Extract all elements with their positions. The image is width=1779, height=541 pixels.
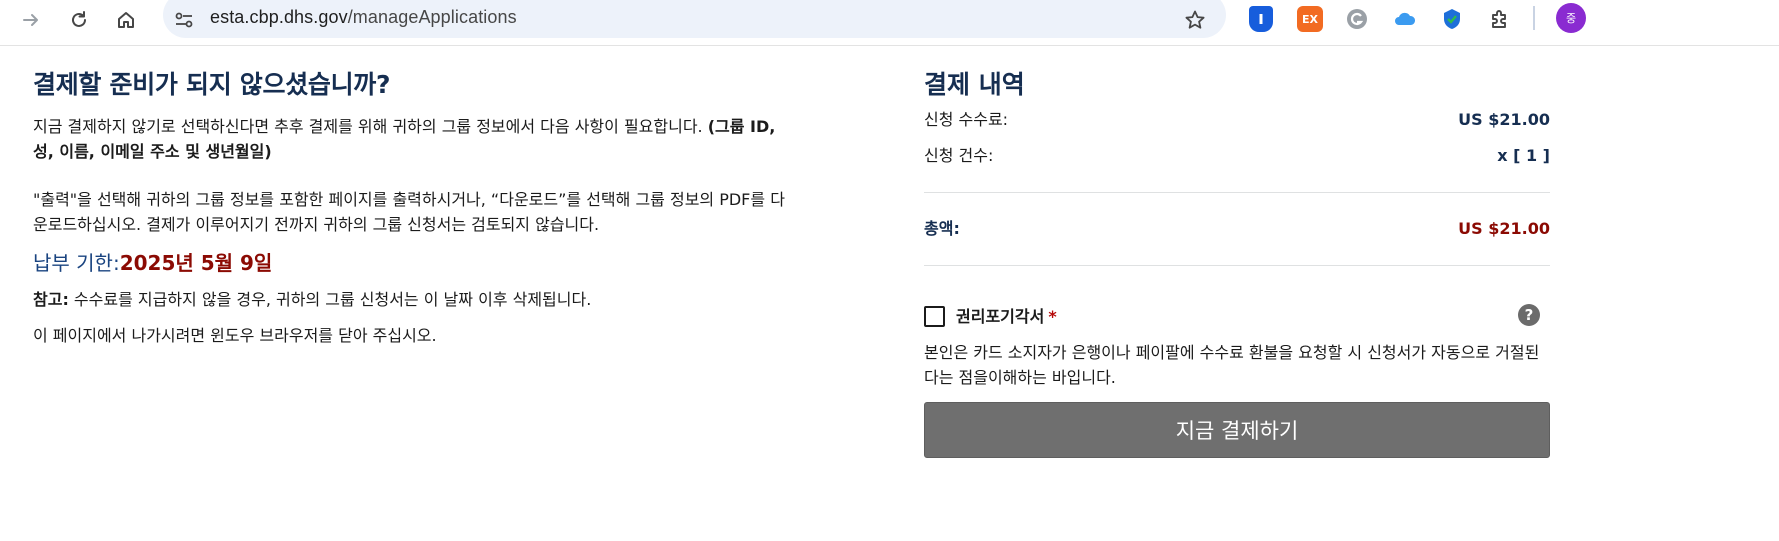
- address-bar[interactable]: esta.cbp.dhs.gov/manageApplications: [163, 0, 1226, 38]
- ex-extension-icon[interactable]: EX: [1297, 6, 1323, 32]
- url-text[interactable]: esta.cbp.dhs.gov/manageApplications: [210, 7, 517, 28]
- required-marker: *: [1048, 307, 1057, 326]
- not-ready-section: 결제할 준비가 되지 않으셨습니까? 지금 결제하지 않기로 선택하신다면 추후…: [33, 70, 793, 348]
- count-label: 신청 건수:: [924, 146, 994, 165]
- extension-icon[interactable]: [1439, 6, 1465, 32]
- fee-label: 신청 수수료:: [924, 110, 1009, 129]
- print-download-paragraph: "출력"을 선택해 귀하의 그룹 정보를 포함한 페이지를 출력하시거나, “다…: [33, 190, 785, 234]
- help-glyph: ?: [1524, 306, 1534, 324]
- summary-title: 결제 내역: [924, 70, 1025, 99]
- note-paragraph: 참고: 수수료를 지급하지 않을 경우, 귀하의 그룹 신청서는 이 날짜 이후…: [33, 287, 793, 312]
- extensions-puzzle-icon[interactable]: [1487, 6, 1513, 32]
- site-info-icon[interactable]: [169, 5, 199, 35]
- count-value: x [ 1 ]: [1497, 146, 1550, 165]
- browser-toolbar: esta.cbp.dhs.gov/manageApplications EX 중: [0, 0, 1779, 46]
- url-host: esta.cbp.dhs.gov: [210, 7, 348, 27]
- waiver-checkbox[interactable]: [924, 306, 945, 327]
- profile-initial: 중: [1565, 12, 1577, 25]
- required-info-paragraph: 지금 결제하지 않기로 선택하신다면 추후 결제를 위해 귀하의 그룹 정보에서…: [33, 114, 793, 164]
- total-row: 총액: US $21.00: [924, 211, 1550, 247]
- bitwarden-icon[interactable]: [1249, 6, 1273, 32]
- ex-extension-label: EX: [1302, 12, 1318, 26]
- profile-avatar[interactable]: 중: [1556, 3, 1586, 33]
- reload-icon[interactable]: [64, 5, 94, 35]
- pay-now-button[interactable]: 지금 결제하기: [924, 402, 1550, 458]
- waiver-label[interactable]: 권리포기각서 *: [956, 306, 1057, 328]
- required-info-text: 지금 결제하지 않기로 선택하신다면 추후 결제를 위해 귀하의 그룹 정보에서…: [33, 117, 708, 136]
- home-icon[interactable]: [111, 5, 141, 35]
- divider: [924, 265, 1550, 266]
- count-row: 신청 건수: x [ 1 ]: [924, 138, 1550, 174]
- payment-summary: 결제 내역 신청 수수료: US $21.00 신청 건수: x [ 1 ] 총…: [924, 70, 1550, 458]
- grammarly-icon[interactable]: [1344, 6, 1370, 32]
- icloud-icon[interactable]: [1392, 6, 1418, 32]
- divider: [924, 192, 1550, 193]
- due-date: 납부 기한:2025년 5월 9일: [33, 249, 793, 277]
- page-title: 결제할 준비가 되지 않으셨습니까?: [33, 70, 391, 99]
- note-text: 수수료를 지급하지 않을 경우, 귀하의 그룹 신청서는 이 날짜 이후 삭제됩…: [68, 290, 592, 309]
- due-date-label: 납부 기한:: [33, 251, 120, 275]
- total-label: 총액:: [924, 219, 960, 238]
- toolbar-divider: [1533, 6, 1535, 30]
- note-label: 참고:: [33, 290, 69, 309]
- url-path: /manageApplications: [347, 7, 517, 27]
- fee-value: US $21.00: [1458, 110, 1550, 129]
- waiver-label-text: 권리포기각서: [956, 307, 1045, 326]
- close-browser-message: 이 페이지에서 나가시려면 윈도우 브라우저를 닫아 주십시오.: [33, 326, 437, 345]
- waiver-text: 본인은 카드 소지자가 은행이나 페이팔에 수수료 환불을 요청할 시 신청서가…: [924, 343, 1540, 387]
- forward-icon[interactable]: [16, 5, 46, 35]
- fee-row: 신청 수수료: US $21.00: [924, 102, 1550, 138]
- due-date-value: 2025년 5월 9일: [119, 251, 273, 275]
- bookmark-star-icon[interactable]: [1180, 5, 1210, 35]
- total-value: US $21.00: [1458, 219, 1550, 238]
- waiver-row: 권리포기각서 * ?: [924, 304, 1550, 336]
- help-icon[interactable]: ?: [1518, 304, 1540, 326]
